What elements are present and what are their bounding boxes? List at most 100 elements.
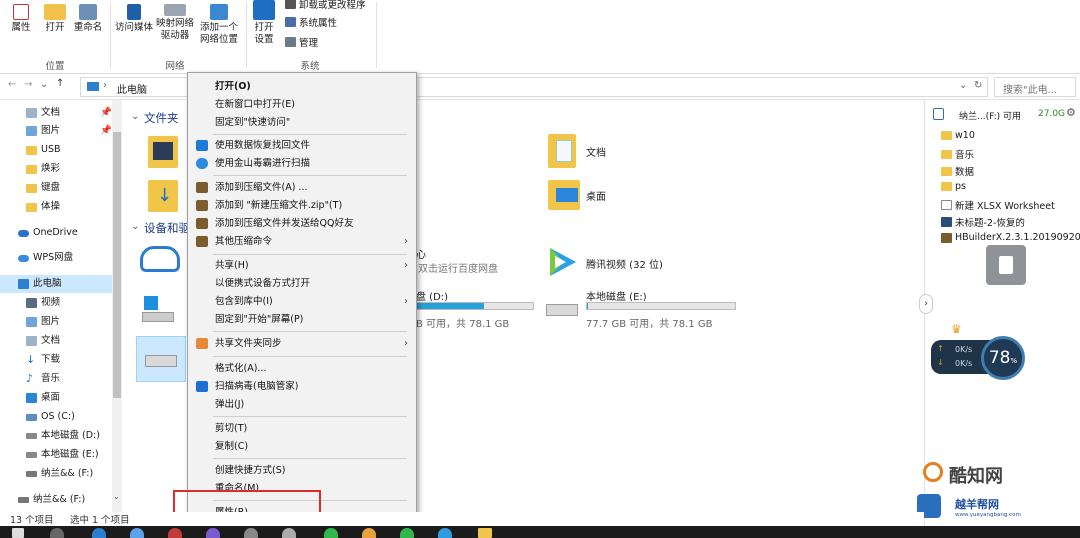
open-settings-button[interactable]: 打开 设置 xyxy=(249,0,279,46)
uninstall-button[interactable]: 卸载或更改程序 xyxy=(285,0,366,11)
nav-scrollbar[interactable]: ⌄ xyxy=(112,100,122,512)
menu-item-include-library[interactable]: 包含到库中(I) › xyxy=(188,292,416,311)
menu-item-open-new-window[interactable]: 在新窗口中打开(E) xyxy=(188,95,416,114)
file-explorer-icon[interactable] xyxy=(478,528,492,538)
app-icon[interactable] xyxy=(206,528,220,538)
chevron-right-icon[interactable]: › xyxy=(919,294,933,314)
nav-scroll-thumb[interactable] xyxy=(113,132,121,398)
chevron-down-icon[interactable]: ⌄ xyxy=(959,80,967,91)
refresh-icon[interactable]: ↻ xyxy=(974,80,982,91)
nav-item-drive-e[interactable]: 本地磁盘 (E:) xyxy=(26,446,99,464)
nav-item-videos[interactable]: 视频 xyxy=(26,294,60,312)
map-drive-button[interactable]: 映射网络 驱动器 xyxy=(155,4,195,42)
downloads-folder-icon[interactable]: ↓ xyxy=(148,180,178,212)
nav-item-usb[interactable]: USB xyxy=(26,141,61,159)
access-media-button[interactable]: 访问媒体 xyxy=(113,4,155,34)
rp-file-data[interactable]: 数据 xyxy=(941,164,974,178)
menu-item-other-compress[interactable]: 其他压缩命令 › xyxy=(188,232,416,251)
nav-item-huancai[interactable]: 焕彩 xyxy=(26,160,60,178)
memory-usage-gauge[interactable]: 78% xyxy=(981,336,1025,380)
nav-item-pictures[interactable]: 图片 📌 xyxy=(26,122,112,140)
app-icon[interactable] xyxy=(362,528,376,538)
menu-item-duba-scan[interactable]: 使用金山毒霸进行扫描 xyxy=(188,154,416,173)
app-icon[interactable] xyxy=(244,528,258,538)
menu-item-scan-virus[interactable]: 扫描病毒(电脑管家) xyxy=(188,377,416,396)
drive-e-icon[interactable] xyxy=(546,304,578,316)
nav-item-drive-c[interactable]: OS (C:) xyxy=(26,408,75,426)
nav-item-desktop[interactable]: 桌面 xyxy=(26,389,60,407)
browser-icon[interactable] xyxy=(130,528,144,538)
rp-file-w10[interactable]: w10 xyxy=(941,130,975,141)
forward-arrow-icon[interactable]: → xyxy=(24,79,32,90)
app-icon[interactable] xyxy=(282,528,296,538)
menu-item-shared-folder-sync[interactable]: 共享文件夹同步 › xyxy=(188,334,416,353)
system-properties-button[interactable]: 系统属性 xyxy=(285,15,337,29)
drive-d-label[interactable]: 盘 (D:) xyxy=(416,288,448,303)
desktop-folder-icon[interactable] xyxy=(548,180,580,210)
nav-item-ticao[interactable]: 体操 xyxy=(26,198,60,216)
menu-item-copy[interactable]: 复制(C) xyxy=(188,437,416,456)
edge-icon[interactable] xyxy=(92,528,106,538)
rp-file-hbuilder[interactable]: HBuilderX.2.3.1.20190920 xyxy=(941,232,1080,243)
app-icon[interactable] xyxy=(438,528,452,538)
rp-file-music[interactable]: 音乐 xyxy=(941,147,974,161)
nav-item-onedrive[interactable]: OneDrive xyxy=(18,224,78,242)
app-icon[interactable] xyxy=(168,528,182,538)
nav-item-this-pc[interactable]: 此电脑 xyxy=(0,275,112,293)
recent-dropdown-icon[interactable]: ⌄ xyxy=(40,79,48,90)
open-button[interactable]: 打开 xyxy=(40,4,70,34)
menu-item-format[interactable]: 格式化(A)... xyxy=(188,359,416,378)
videos-folder-icon[interactable] xyxy=(148,136,178,168)
collapse-folders-icon[interactable]: ⌄ xyxy=(131,111,139,122)
menu-item-open-portable[interactable]: 以便携式设备方式打开 xyxy=(188,274,416,293)
up-arrow-icon[interactable]: ↑ xyxy=(56,78,64,89)
eject-drive-button[interactable] xyxy=(986,245,1026,285)
menu-item-pin-start[interactable]: 固定到"开始"屏幕(P) xyxy=(188,310,416,329)
menu-item-pin-quick-access[interactable]: 固定到"快速访问" xyxy=(188,113,416,132)
menu-item-archive-send-qq[interactable]: 添加到压缩文件并发送给QQ好友 xyxy=(188,214,416,233)
rp-file-ps[interactable]: ps xyxy=(941,181,966,192)
nav-item-drive-f[interactable]: 纳兰&& (F:) xyxy=(26,465,93,483)
add-network-location-button[interactable]: 添加一个 网络位置 xyxy=(196,4,242,46)
search-icon[interactable] xyxy=(50,528,64,538)
menu-item-open[interactable]: 打开(O) xyxy=(188,77,416,96)
gear-icon[interactable]: ⚙ xyxy=(1066,106,1076,119)
folder-label-desktop[interactable]: 桌面 xyxy=(586,188,606,203)
nav-item-music[interactable]: ♪ 音乐 xyxy=(26,370,60,388)
os-drive-icon[interactable] xyxy=(142,296,174,326)
scroll-down-arrow-icon[interactable]: ⌄ xyxy=(113,492,120,501)
menu-item-data-recovery[interactable]: 使用数据恢复找回文件 xyxy=(188,136,416,155)
nav-item-wps[interactable]: WPS网盘 xyxy=(18,249,73,267)
menu-item-create-shortcut[interactable]: 创建快捷方式(S) xyxy=(188,461,416,480)
nav-item-documents[interactable]: 文档 📌 xyxy=(26,104,112,122)
collapse-devices-icon[interactable]: ⌄ xyxy=(131,221,139,232)
rename-button[interactable]: 重命名 xyxy=(70,4,106,34)
baidu-cloud-icon[interactable] xyxy=(140,246,180,272)
menu-item-share[interactable]: 共享(H) › xyxy=(188,256,416,275)
nav-item-downloads[interactable]: ↓ 下载 xyxy=(26,351,60,369)
wechat-icon[interactable] xyxy=(324,528,338,538)
search-input[interactable]: 搜索"此电... xyxy=(994,77,1076,97)
selected-usb-drive[interactable] xyxy=(136,336,186,382)
documents-folder-icon[interactable] xyxy=(548,134,576,168)
rp-file-xlsx[interactable]: 新建 XLSX Worksheet xyxy=(941,198,1055,212)
menu-item-add-zip[interactable]: 添加到 "新建压缩文件.zip"(T) xyxy=(188,196,416,215)
nav-item-pictures-2[interactable]: 图片 xyxy=(26,313,60,331)
back-arrow-icon[interactable]: ← xyxy=(8,79,16,90)
menu-item-eject[interactable]: 弹出(J) xyxy=(188,395,416,414)
nav-item-documents-2[interactable]: 文档 xyxy=(26,332,60,350)
folder-label-documents[interactable]: 文档 xyxy=(586,144,606,159)
tencent-video-icon[interactable] xyxy=(544,244,580,280)
nav-item-keyboard[interactable]: 键盘 xyxy=(26,179,60,197)
nav-item-drive-d[interactable]: 本地磁盘 (D:) xyxy=(26,427,100,445)
app-icon[interactable] xyxy=(400,528,414,538)
windows-start-icon[interactable] xyxy=(12,528,24,538)
manage-button[interactable]: 管理 xyxy=(285,35,318,49)
properties-button[interactable]: 属性 xyxy=(6,4,36,34)
nav-item-drive-f-2[interactable]: 纳兰&& (F:) xyxy=(18,491,85,509)
menu-item-cut[interactable]: 剪切(T) xyxy=(188,419,416,438)
tencent-video-label[interactable]: 腾讯视频 (32 位) xyxy=(586,256,663,271)
drive-e-label[interactable]: 本地磁盘 (E:) xyxy=(586,288,647,303)
rp-file-psd[interactable]: 未标题-2-恢复的 xyxy=(941,215,1025,229)
menu-item-add-archive[interactable]: 添加到压缩文件(A) ... xyxy=(188,178,416,197)
